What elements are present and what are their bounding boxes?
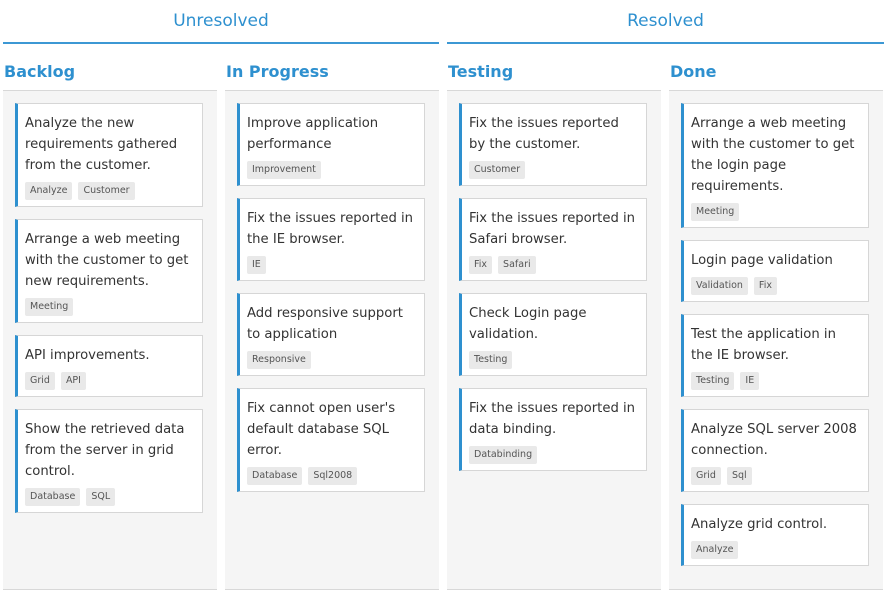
card-summary: Add responsive support to application [247,306,403,342]
card-tag: Grid [25,372,55,390]
column-title: In Progress [226,61,329,81]
column-title: Testing [448,61,514,81]
kanban-card[interactable]: Test the application in the IE browser. T… [681,314,869,397]
card-summary: Fix the issues reported in Safari browse… [469,211,636,247]
card-tags: Database SQL [25,488,194,506]
kanban-card[interactable]: Add responsive support to application Res… [237,293,425,376]
kanban-card[interactable]: Fix the issues reported in data binding.… [459,388,647,471]
card-tags: Databinding [469,446,638,464]
card-tag: Testing [691,372,735,390]
card-summary: Analyze SQL server 2008 connection. [691,422,857,458]
kanban-card[interactable]: Show the retrieved data from the server … [15,409,203,513]
card-tag: Validation [691,277,748,295]
card-tags: Validation Fix [691,277,860,295]
kanban-card[interactable]: Analyze the new requirements gathered fr… [15,103,203,207]
card-tag: Fix [753,277,777,295]
kanban-card[interactable]: Improve application performance Improveme… [237,103,425,186]
card-tags: Database Sql2008 [247,467,416,485]
kanban-card[interactable]: Fix cannot open user's default database … [237,388,425,492]
column-title: Done [670,61,717,81]
group-title-resolved: Resolved [627,11,704,31]
kanban-card[interactable]: Arrange a web meeting with the customer … [681,103,869,228]
card-tag: Customer [469,161,526,179]
card-tags: Analyze Customer [25,182,194,200]
card-tag: Grid [691,467,721,485]
card-tag: API [60,372,86,390]
card-tag: Databinding [469,446,538,464]
card-tag: SQL [86,488,116,506]
column-backlog: Backlog Analyze the new requirements gat… [3,52,217,590]
card-tags: Meeting [691,203,860,221]
column-done: Done Arrange a web meeting with the cust… [669,52,883,590]
card-summary: Arrange a web meeting with the customer … [25,232,189,289]
card-tags: IE [247,256,416,274]
kanban-card[interactable]: Fix the issues reported in Safari browse… [459,198,647,281]
card-tag: Meeting [691,203,740,221]
card-summary: Check Login page validation. [469,306,587,342]
card-tags: Improvement [247,161,416,179]
card-summary: Analyze grid control. [691,517,828,532]
card-summary: Improve application performance [247,116,379,152]
card-summary: Fix cannot open user's default database … [247,401,396,458]
card-tags: Testing IE [691,372,860,390]
card-summary: API improvements. [25,348,150,363]
card-summary: Fix the issues reported in the IE browse… [247,211,414,247]
card-summary: Arrange a web meeting with the customer … [691,116,855,194]
column-body: Fix the issues reported by the customer.… [447,90,661,590]
card-tag: IE [247,256,266,274]
card-tag: Analyze [691,541,739,559]
card-summary: Fix the issues reported in data binding. [469,401,636,437]
card-tag: Sql2008 [308,467,358,485]
card-summary: Test the application in the IE browser. [691,327,836,363]
card-tags: Customer [469,161,638,179]
kanban-card[interactable]: Analyze grid control. Analyze [681,504,869,566]
card-tags: Meeting [25,298,194,316]
card-tag: Responsive [247,351,311,369]
column-body: Improve application performance Improveme… [225,90,439,590]
kanban-card[interactable]: Check Login page validation. Testing [459,293,647,376]
kanban-card[interactable]: Fix the issues reported by the customer.… [459,103,647,186]
card-summary: Analyze the new requirements gathered fr… [25,116,178,173]
kanban-card[interactable]: API improvements. Grid API [15,335,203,397]
kanban-card[interactable]: Analyze SQL server 2008 connection. Grid S… [681,409,869,492]
column-testing: Testing Fix the issues reported by the c… [447,52,661,590]
card-tags: Analyze [691,541,860,559]
column-body: Analyze the new requirements gathered fr… [3,90,217,590]
card-tags: Grid Sql [691,467,860,485]
card-summary: Login page validation [691,253,833,268]
group-title-unresolved: Unresolved [173,11,269,31]
card-tags: Fix Safari [469,256,638,274]
group-header-resolved: Resolved [447,0,884,44]
card-tag: Database [25,488,81,506]
kanban-card[interactable]: Fix the issues reported in the IE browse… [237,198,425,281]
card-tags: Grid API [25,372,194,390]
card-tag: Testing [469,351,513,369]
card-tag: Improvement [247,161,321,179]
card-tag: Database [247,467,303,485]
card-tag: Safari [498,256,536,274]
card-tags: Responsive [247,351,416,369]
column-in-progress: In Progress Improve application performa… [225,52,439,590]
kanban-card[interactable]: Login page validation Validation Fix [681,240,869,302]
card-tag: Analyze [25,182,73,200]
card-tag: Meeting [25,298,74,316]
card-tag: Fix [469,256,493,274]
card-tag: IE [740,372,760,390]
card-summary: Show the retrieved data from the server … [25,422,185,479]
card-summary: Fix the issues reported by the customer. [469,116,619,152]
card-tags: Testing [469,351,638,369]
card-tag: Customer [78,182,135,200]
card-tag: Sql [726,467,752,485]
kanban-card[interactable]: Arrange a web meeting with the customer … [15,219,203,323]
column-body: Arrange a web meeting with the customer … [669,90,883,590]
group-header-unresolved: Unresolved [3,0,439,44]
column-title: Backlog [4,61,76,81]
